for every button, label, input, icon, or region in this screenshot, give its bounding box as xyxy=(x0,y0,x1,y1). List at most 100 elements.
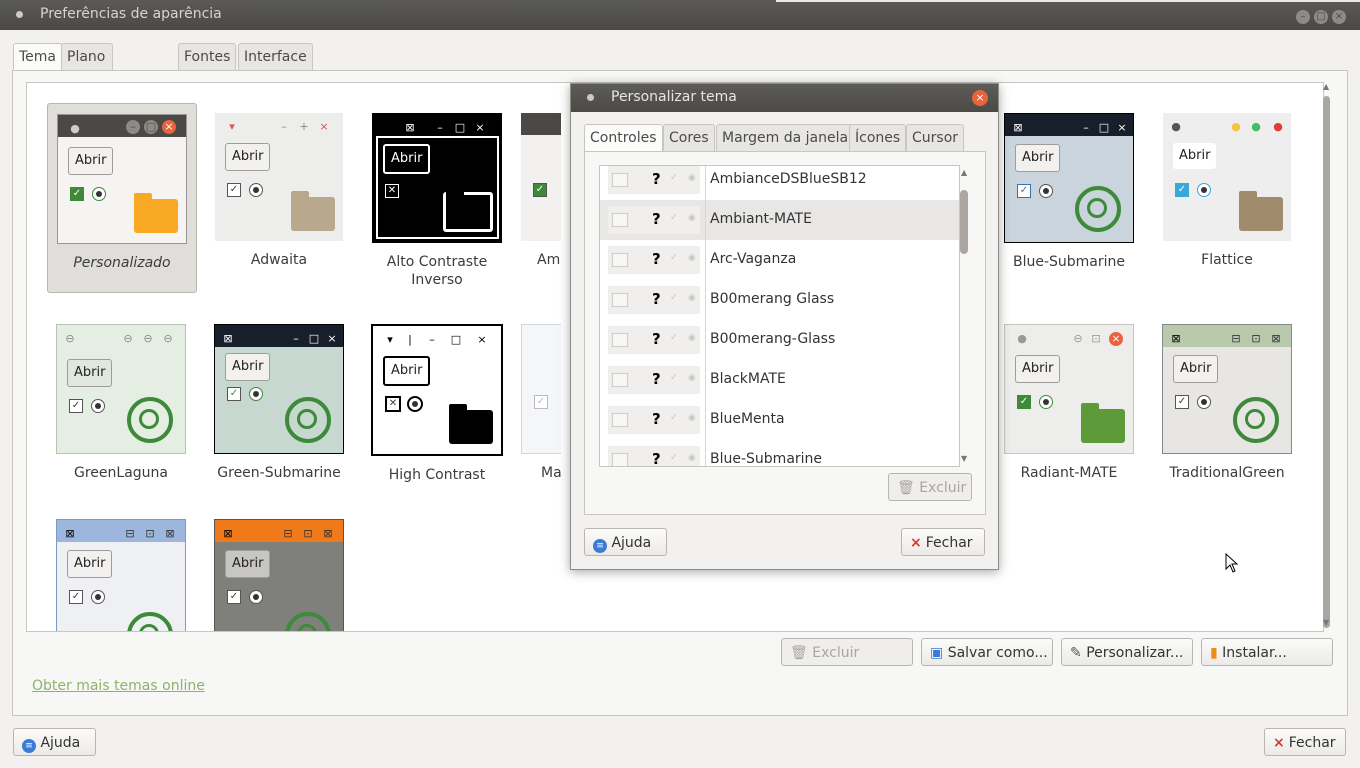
list-item[interactable]: ? ✓ ◉ BlackMATE xyxy=(600,360,959,400)
list-item[interactable]: ? ✓ ◉ Arc-Vaganza xyxy=(600,240,959,280)
dialog-fechar-button[interactable]: × Fechar xyxy=(901,528,985,556)
theme-greenlaguna[interactable]: ⊖ ⊖ ⊖ ⊖ Abrir ✓ GreenLaguna xyxy=(47,324,195,482)
theme-blue-variant[interactable]: ⊠ ⊟ ⊡ ⊠ Abrir ✓ xyxy=(47,519,195,631)
list-item-selected[interactable]: ? ✓ ◉ Ambiant-MATE xyxy=(600,200,959,240)
theme-ambiant-partial[interactable]: ✓ Am xyxy=(521,113,561,269)
theme-radiant-mate[interactable]: ● ⊖ ⊡ × Abrir ✓ Radiant-MATE xyxy=(995,324,1143,482)
control-preview: ? ✓ ◉ xyxy=(608,366,700,394)
preview-abrir-button: Abrir xyxy=(1015,355,1061,383)
maximize-icon[interactable]: □ xyxy=(1314,10,1328,24)
theme-green-submarine[interactable]: ⊠ – □ × Abrir ✓ Green-Submarine xyxy=(205,324,353,482)
personalizar-button[interactable]: ✎ Personalizar... xyxy=(1061,638,1193,666)
salvar-como-button[interactable]: ▣ Salvar como... xyxy=(921,638,1053,666)
tab-icones[interactable]: Ícones xyxy=(849,124,907,151)
theme-label: Am xyxy=(537,252,561,268)
more-themes-link[interactable]: Obter mais temas online xyxy=(32,678,205,694)
close-icon[interactable]: × xyxy=(1332,10,1346,24)
theme-traditionalgreen[interactable]: ⊠ ⊟ ⊡ ⊠ Abrir ✓ TraditionalGreen xyxy=(1153,324,1301,482)
tab-fontes[interactable]: Fontes xyxy=(178,43,237,70)
tab-plano-de-fundo[interactable]: Plano de fundo xyxy=(61,43,114,117)
package-icon: ▮ xyxy=(1210,645,1223,661)
scroll-up-icon[interactable]: ▲ xyxy=(1323,82,1329,91)
dialog-close-icon[interactable]: × xyxy=(972,90,988,106)
theme-label: Blue-Submarine xyxy=(1012,254,1126,270)
scroll-down-icon[interactable]: ▼ xyxy=(1323,618,1329,627)
window-titlebar: Preferências de aparência – □ × xyxy=(0,0,1360,30)
preview-abrir-button: Abrir xyxy=(225,143,271,171)
dialog-tab-panel: ? ✓ ◉ AmbianceDSBlueSB12 ? ✓ ◉ Ambiant-MATE … xyxy=(584,151,986,515)
preview-abrir-button: Abrir xyxy=(225,550,271,578)
preview-abrir-button: Abrir xyxy=(68,147,114,175)
ajuda-button[interactable]: ≡ Ajuda xyxy=(13,728,96,756)
theme-blue-submarine[interactable]: ⊠ – □ × Abrir ✓ Blue-Submarine xyxy=(995,113,1143,271)
theme-orange-variant[interactable]: ⊠ ⊟ ⊡ ⊠ Abrir ✓ xyxy=(205,519,353,631)
tab-cores[interactable]: Cores xyxy=(663,124,715,151)
theme-label: Flattice xyxy=(1201,252,1253,268)
dialog-title: Personalizar tema xyxy=(611,89,737,105)
preview-abrir-button: Abrir xyxy=(383,144,431,174)
controls-theme-list[interactable]: ? ✓ ◉ AmbianceDSBlueSB12 ? ✓ ◉ Ambiant-MATE … xyxy=(599,165,960,467)
trash-icon: 🗑 xyxy=(790,645,813,661)
theme-label: Adwaita xyxy=(250,252,308,268)
theme-ma-partial[interactable]: ✓ Ma xyxy=(521,324,561,482)
close-x-icon: × xyxy=(1273,735,1285,751)
preview-abrir-button: Abrir xyxy=(225,353,271,381)
help-icon: ≡ xyxy=(22,739,36,753)
theme-label: Green-Submarine xyxy=(217,465,341,481)
help-icon: ≡ xyxy=(593,539,607,553)
theme-personalizado[interactable]: ● – □ × Abrir ✓ Personalizado xyxy=(47,103,197,293)
window-controls: – □ × xyxy=(1292,7,1346,24)
mouse-cursor-icon xyxy=(1225,553,1239,573)
list-item[interactable]: ? ✓ ◉ B00merang Glass xyxy=(600,280,959,320)
dialog-ajuda-button[interactable]: ≡ Ajuda xyxy=(584,528,667,556)
dialog-titlebar: Personalizar tema × xyxy=(571,84,998,112)
list-item[interactable]: ? ✓ ◉ AmbianceDSBlueSB12 xyxy=(600,166,959,200)
tab-interface[interactable]: Interface xyxy=(238,43,313,70)
theme-label: Radiant-MATE xyxy=(1020,465,1118,481)
minimize-icon[interactable]: – xyxy=(1296,10,1310,24)
theme-label: Personalizado xyxy=(73,255,171,271)
list-scrollbar[interactable]: ▲ ▼ xyxy=(958,166,970,468)
excluir-button[interactable]: 🗑 Excluir xyxy=(781,638,913,666)
scroll-down-icon[interactable]: ▼ xyxy=(961,454,967,463)
theme-alto-contraste-inverso[interactable]: ⊠ – □ × Abrir ✕ Alto Contraste Inverso xyxy=(363,113,511,289)
scroll-up-icon[interactable]: ▲ xyxy=(961,168,967,177)
list-item[interactable]: ? ✓ ◉ Blue-Submarine xyxy=(600,440,959,466)
control-preview: ? ✓ ◉ xyxy=(608,206,700,234)
dialog-menu-icon[interactable] xyxy=(587,94,594,101)
control-preview: ? ✓ ◉ xyxy=(608,406,700,434)
tab-tema[interactable]: Tema xyxy=(13,43,63,72)
control-preview: ? ✓ ◉ xyxy=(608,166,700,194)
theme-adwaita[interactable]: ▾ – + × Abrir ✓ Adwaita xyxy=(205,113,353,269)
tab-controles[interactable]: Controles xyxy=(584,124,663,153)
scrollbar-thumb[interactable] xyxy=(1323,96,1330,628)
tab-margem-da-janela[interactable]: Margem da janela xyxy=(716,124,855,151)
control-preview: ? ✓ ◉ xyxy=(608,326,700,354)
preview-abrir-button: Abrir xyxy=(1173,355,1219,383)
edit-icon: ✎ xyxy=(1070,645,1087,661)
dialog-excluir-button[interactable]: 🗑 Excluir xyxy=(888,473,972,501)
top-strip xyxy=(776,0,1360,2)
window-title: Preferências de aparência xyxy=(40,6,222,22)
control-preview: ? ✓ ◉ xyxy=(608,246,700,274)
theme-label: GreenLaguna xyxy=(74,465,168,481)
window-menu-icon[interactable] xyxy=(16,11,23,18)
tab-cursor[interactable]: Cursor xyxy=(906,124,965,151)
instalar-button[interactable]: ▮ Instalar... xyxy=(1201,638,1333,666)
close-x-icon: × xyxy=(910,535,922,551)
preview-abrir-button: Abrir xyxy=(1015,144,1061,172)
theme-label: Alto Contraste Inverso xyxy=(386,254,488,288)
theme-flattice[interactable]: ● ● ● ● Abrir ✓ Flattice xyxy=(1153,113,1301,269)
list-item[interactable]: ? ✓ ◉ B00merang-Glass xyxy=(600,320,959,360)
theme-high-contrast[interactable]: ▾ | – □ × Abrir ✕ High Contrast xyxy=(363,324,511,484)
theme-grid-scrollbar[interactable]: ▲ ▼ xyxy=(1321,82,1333,630)
fechar-button[interactable]: × Fechar xyxy=(1264,728,1346,756)
control-preview: ? ✓ ◉ xyxy=(608,446,700,466)
preview-abrir-button: Abrir xyxy=(67,550,113,578)
theme-label: TraditionalGreen xyxy=(1169,465,1285,481)
list-item[interactable]: ? ✓ ◉ BlueMenta xyxy=(600,400,959,440)
preview-abrir-button: Abrir xyxy=(67,359,113,387)
preview-abrir-button: Abrir xyxy=(383,356,431,386)
customize-theme-dialog: Personalizar tema × Controles Cores Marg… xyxy=(570,83,999,570)
scrollbar-thumb[interactable] xyxy=(960,190,968,254)
